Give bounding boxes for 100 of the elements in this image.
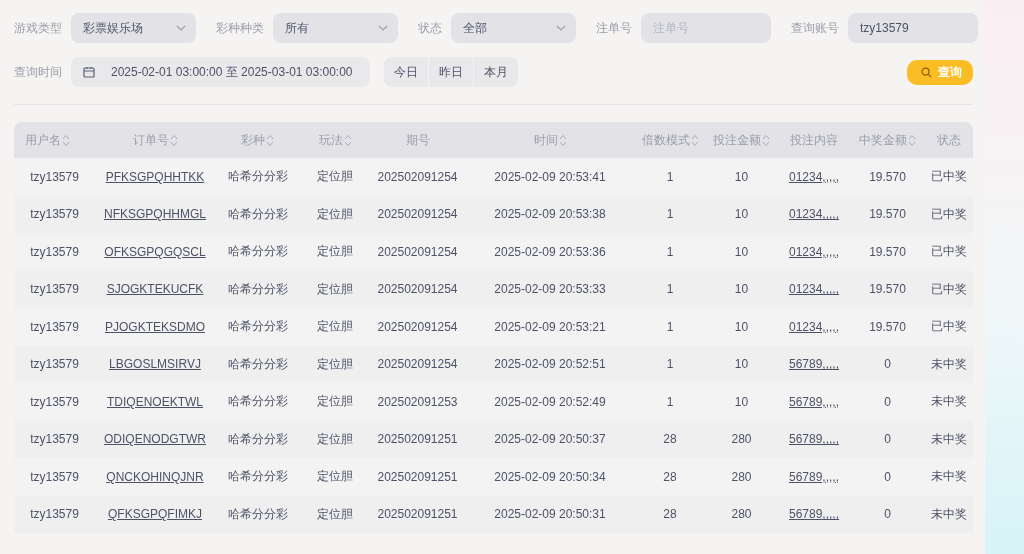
select-field[interactable]: 所有: [273, 13, 398, 43]
sort-icon[interactable]: [169, 133, 178, 147]
table-cell: 202502091254: [377, 319, 458, 334]
table-cell: 202502091251: [377, 507, 458, 522]
table-cell: 0: [884, 432, 891, 447]
table-cell: tzy13579: [30, 244, 79, 259]
table-cell: 10: [734, 244, 749, 259]
table-cell: 19.570: [869, 319, 906, 334]
filter-label: 状态: [418, 19, 442, 37]
table-cell: 哈希分分彩: [227, 319, 288, 334]
table-cell: 哈希分分彩: [227, 169, 288, 184]
table-cell: 未中奖: [931, 469, 967, 484]
calendar-icon: [83, 66, 95, 78]
table-cell: 2025-02-09 20:53:21: [494, 319, 606, 334]
date-range-field[interactable]: 2025-02-01 03:00:00 至 2025-03-01 03:00:00: [71, 57, 370, 87]
sort-icon[interactable]: [62, 133, 70, 147]
sort-icon[interactable]: [266, 133, 274, 147]
table-cell: 已中奖: [931, 319, 967, 334]
table-cell: 定位胆: [317, 469, 353, 484]
table-cell: 28: [663, 469, 677, 484]
order-link[interactable]: PFKSGPQHHTKK: [105, 169, 205, 184]
quick-date-button[interactable]: 本月: [474, 57, 518, 87]
column-header: 投注内容: [790, 131, 838, 149]
chevron-down-icon: [378, 25, 388, 31]
table-cell: 未中奖: [931, 394, 967, 409]
table-cell: 202502091253: [377, 394, 458, 409]
filter-label: 注单号: [596, 19, 632, 37]
table-cell: 280: [731, 469, 752, 484]
table-cell: 哈希分分彩: [227, 244, 288, 259]
table-cell: 0: [884, 469, 891, 484]
bet-content-link[interactable]: 56789,,,,,: [788, 394, 839, 409]
table-cell: 未中奖: [931, 356, 967, 371]
table-cell: 2025-02-09 20:52:49: [494, 394, 606, 409]
chevron-down-icon: [556, 25, 566, 31]
table-cell: 19.570: [869, 282, 906, 297]
table-cell: 2025-02-09 20:50:31: [494, 507, 606, 522]
table-cell: 哈希分分彩: [227, 431, 288, 446]
column-header: 彩种: [241, 131, 265, 149]
table-cell: tzy13579: [30, 282, 79, 297]
table-cell: 1: [666, 394, 674, 409]
table-cell: 2025-02-09 20:53:33: [494, 282, 606, 297]
table-cell: 0: [884, 357, 891, 372]
table-cell: 10: [734, 394, 749, 409]
sort-icon[interactable]: [762, 133, 770, 147]
bet-content-link[interactable]: 56789,,,,,: [788, 469, 839, 484]
sort-icon[interactable]: [558, 133, 567, 147]
order-link[interactable]: QNCKOHINQJNR: [106, 469, 204, 484]
select-field[interactable]: 全部: [451, 13, 576, 43]
table-cell: 2025-02-09 20:53:41: [494, 169, 606, 184]
table-cell: 哈希分分彩: [227, 206, 288, 221]
table-cell: tzy13579: [30, 207, 79, 222]
column-header: 期号: [405, 131, 430, 149]
search-icon: [921, 66, 932, 78]
quick-date-button[interactable]: 昨日: [429, 57, 473, 87]
table-cell: 28: [663, 432, 677, 447]
table-cell: 1: [666, 282, 674, 297]
sort-icon[interactable]: [690, 133, 699, 147]
filter-label: 游戏类型: [14, 19, 62, 37]
select-field[interactable]: 彩票娱乐场: [71, 13, 196, 43]
table-cell: 定位胆: [317, 394, 353, 409]
table-cell: 定位胆: [317, 206, 353, 221]
order-link[interactable]: TDIQENOEKTWL: [107, 394, 203, 409]
table-cell: 哈希分分彩: [227, 356, 288, 371]
table-cell: 202502091254: [377, 244, 458, 259]
column-header: 时间: [533, 131, 558, 149]
order-link[interactable]: OFKSGPQGQSCL: [104, 244, 206, 259]
table-cell: 1: [666, 244, 674, 259]
bet-content-link[interactable]: 01234,,,,,: [788, 169, 839, 184]
table-cell: 19.570: [869, 244, 906, 259]
order-link[interactable]: PJOGKTEKSDMO: [105, 319, 205, 334]
table-cell: 202502091254: [377, 282, 458, 297]
column-header: 订单号: [132, 131, 169, 149]
table-cell: 已中奖: [931, 206, 967, 221]
table-cell: 2025-02-09 20:50:37: [494, 432, 606, 447]
input-field[interactable]: tzy13579: [848, 13, 978, 43]
sort-icon[interactable]: [908, 133, 916, 147]
filter-label: 彩种种类: [216, 19, 264, 37]
table-cell: 202502091254: [377, 169, 458, 184]
table-cell: 10: [734, 282, 749, 297]
table-cell: tzy13579: [30, 169, 79, 184]
column-header: 中奖金额: [859, 131, 907, 149]
table-cell: 定位胆: [317, 281, 353, 296]
bet-content-link[interactable]: 01234,,,,,: [788, 244, 839, 259]
bet-content-link[interactable]: 01234,,,,,: [788, 319, 839, 334]
quick-date-button[interactable]: 今日: [384, 57, 428, 87]
table-cell: 19.570: [869, 207, 906, 222]
table-cell: 0: [884, 394, 891, 409]
table-cell: 定位胆: [317, 431, 353, 446]
table-cell: 280: [731, 432, 752, 447]
table-cell: 10: [734, 357, 749, 372]
filter-label: 查询时间: [14, 63, 62, 81]
table-cell: 1: [666, 357, 674, 372]
table-cell: 28: [663, 507, 677, 522]
column-header: 状态: [937, 131, 961, 149]
filter-label: 查询账号: [791, 19, 839, 37]
table-cell: 2025-02-09 20:50:34: [494, 469, 606, 484]
sort-icon[interactable]: [343, 133, 352, 147]
table-cell: tzy13579: [30, 319, 79, 334]
table-cell: 定位胆: [317, 506, 353, 521]
table-cell: 202502091251: [377, 469, 458, 484]
